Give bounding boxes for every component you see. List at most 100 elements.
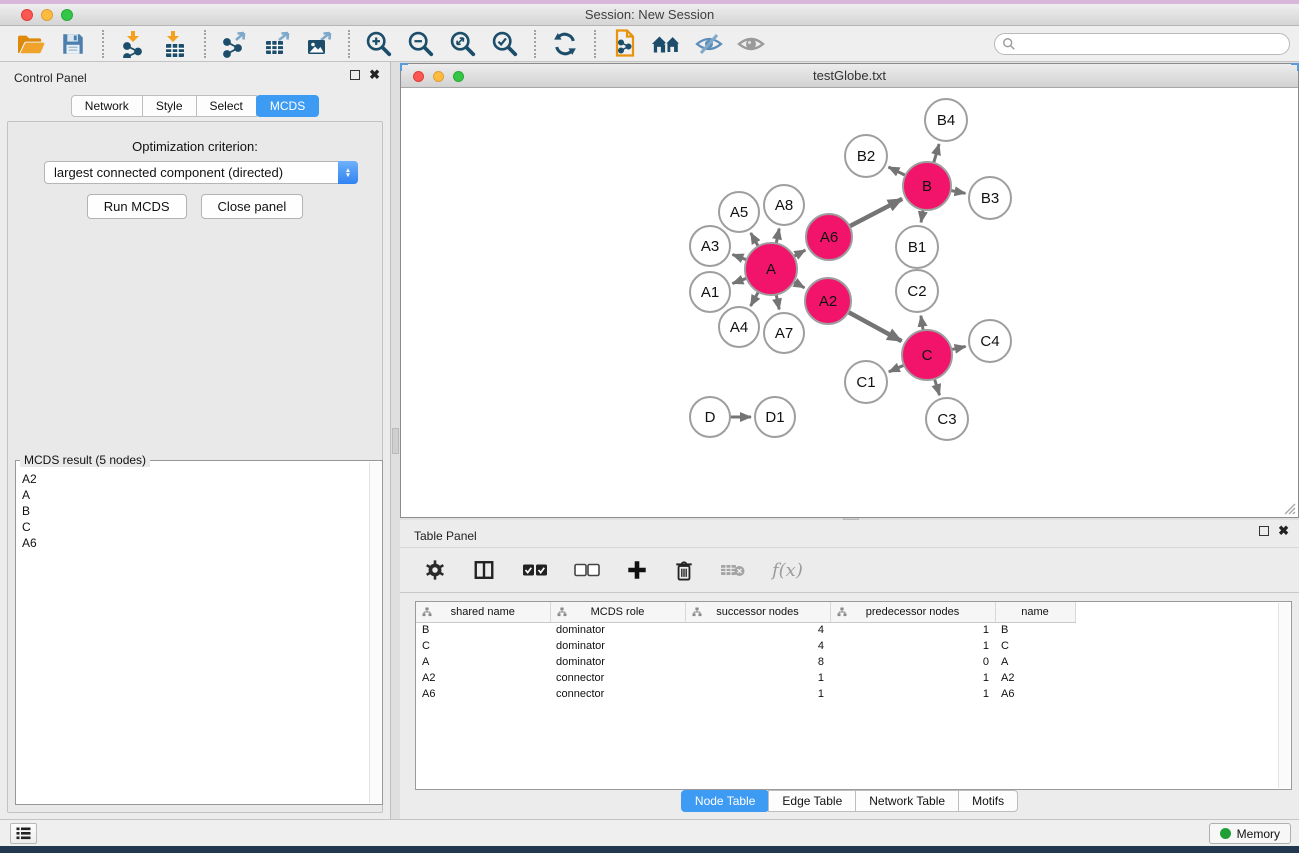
- table-cell[interactable]: 1: [830, 622, 995, 638]
- table-row[interactable]: A2connector11A2: [416, 670, 1075, 686]
- table-cell[interactable]: A6: [416, 686, 550, 702]
- edge-A-A7[interactable]: [776, 294, 779, 309]
- table-row[interactable]: Cdominator41C: [416, 638, 1075, 654]
- table-cell[interactable]: C: [995, 638, 1075, 654]
- show-view-button[interactable]: [730, 28, 772, 60]
- select-all-button[interactable]: [522, 563, 548, 577]
- mcds-result-list[interactable]: A2ABCA6: [18, 471, 368, 802]
- node-table-grid[interactable]: shared nameMCDS rolesuccessor nodesprede…: [416, 602, 1076, 702]
- node-A6[interactable]: A6: [806, 214, 852, 260]
- open-session-button[interactable]: [10, 28, 52, 60]
- tab-edge-table[interactable]: Edge Table: [768, 790, 856, 812]
- edge-A-A5[interactable]: [751, 233, 759, 246]
- node-A8[interactable]: A8: [764, 185, 804, 225]
- table-cell[interactable]: B: [416, 622, 550, 638]
- node-D[interactable]: D: [690, 397, 730, 437]
- export-table-button[interactable]: [256, 28, 298, 60]
- edge-C-C2[interactable]: [921, 316, 923, 331]
- table-cell[interactable]: A: [416, 654, 550, 670]
- table-cell[interactable]: 1: [830, 686, 995, 702]
- node-C4[interactable]: C4: [969, 320, 1011, 362]
- function-builder-button[interactable]: f(x): [772, 560, 803, 581]
- tab-style[interactable]: Style: [142, 95, 197, 117]
- node-C2[interactable]: C2: [896, 270, 938, 312]
- table-cell[interactable]: C: [416, 638, 550, 654]
- column-header-MCDS-role[interactable]: MCDS role: [550, 602, 685, 622]
- result-item[interactable]: B: [18, 503, 368, 519]
- table-cell[interactable]: B: [995, 622, 1075, 638]
- delete-table-button[interactable]: [720, 562, 746, 578]
- close-panel-button[interactable]: Close panel: [201, 194, 304, 219]
- table-cell[interactable]: 8: [685, 654, 830, 670]
- table-cell[interactable]: A2: [995, 670, 1075, 686]
- hide-annotations-button[interactable]: [688, 28, 730, 60]
- table-scrollbar[interactable]: [1278, 603, 1290, 788]
- column-header-successor-nodes[interactable]: successor nodes: [685, 602, 830, 622]
- column-header-predecessor-nodes[interactable]: predecessor nodes: [830, 602, 995, 622]
- float-panel-icon[interactable]: [1259, 526, 1269, 536]
- export-image-button[interactable]: [298, 28, 340, 60]
- node-A1[interactable]: A1: [690, 272, 730, 312]
- table-cell[interactable]: A2: [416, 670, 550, 686]
- tab-network-table[interactable]: Network Table: [855, 790, 959, 812]
- tab-node-table[interactable]: Node Table: [681, 790, 770, 812]
- result-item[interactable]: C: [18, 519, 368, 535]
- table-row[interactable]: A6connector11A6: [416, 686, 1075, 702]
- table-row[interactable]: Adominator80A: [416, 654, 1075, 670]
- edge-B-B3[interactable]: [951, 190, 966, 193]
- node-A7[interactable]: A7: [764, 313, 804, 353]
- refresh-view-button[interactable]: [544, 28, 586, 60]
- task-history-button[interactable]: [10, 823, 37, 844]
- table-cell[interactable]: 4: [685, 638, 830, 654]
- edge-A-A6[interactable]: [794, 250, 806, 256]
- network-file-button[interactable]: [604, 28, 646, 60]
- export-network-button[interactable]: [214, 28, 256, 60]
- result-item[interactable]: A6: [18, 535, 368, 551]
- search-input[interactable]: [994, 33, 1290, 55]
- table-cell[interactable]: 1: [685, 686, 830, 702]
- splitter-grip-vertical[interactable]: [392, 428, 399, 454]
- optimization-criterion-select[interactable]: largest connected component (directed) ▲…: [44, 161, 358, 184]
- edge-C-C1[interactable]: [889, 365, 904, 372]
- zoom-in-button[interactable]: [358, 28, 400, 60]
- node-A5[interactable]: A5: [719, 192, 759, 232]
- table-cell[interactable]: 0: [830, 654, 995, 670]
- edge-A2-C[interactable]: [848, 312, 901, 341]
- edge-B-B4[interactable]: [934, 144, 939, 163]
- node-B2[interactable]: B2: [845, 135, 887, 177]
- close-panel-icon[interactable]: ✖: [1278, 526, 1289, 536]
- window-titlebar[interactable]: Session: New Session: [0, 4, 1299, 26]
- edge-A-A8[interactable]: [776, 229, 779, 244]
- resize-grip-icon[interactable]: [1282, 501, 1296, 515]
- run-mcds-button[interactable]: Run MCDS: [87, 194, 187, 219]
- edge-B-B2[interactable]: [888, 167, 905, 175]
- result-scrollbar[interactable]: [369, 462, 381, 803]
- node-B3[interactable]: B3: [969, 177, 1011, 219]
- tab-network[interactable]: Network: [71, 95, 143, 117]
- add-column-button[interactable]: [626, 559, 648, 581]
- table-row[interactable]: Bdominator41B: [416, 622, 1075, 638]
- node-A2[interactable]: A2: [805, 278, 851, 324]
- edge-C-C4[interactable]: [951, 346, 965, 349]
- table-cell[interactable]: A: [995, 654, 1075, 670]
- node-A3[interactable]: A3: [690, 226, 730, 266]
- node-B1[interactable]: B1: [896, 226, 938, 268]
- table-cell[interactable]: A6: [995, 686, 1075, 702]
- node-B4[interactable]: B4: [925, 99, 967, 141]
- edge-A6-B[interactable]: [849, 199, 902, 226]
- float-panel-icon[interactable]: [350, 70, 360, 80]
- table-cell[interactable]: dominator: [550, 638, 685, 654]
- result-item[interactable]: A: [18, 487, 368, 503]
- node-D1[interactable]: D1: [755, 397, 795, 437]
- node-C1[interactable]: C1: [845, 361, 887, 403]
- edge-A-A3[interactable]: [732, 254, 746, 259]
- home-layout-button[interactable]: [646, 28, 688, 60]
- edge-A-A4[interactable]: [751, 292, 759, 306]
- edge-B-B1[interactable]: [921, 210, 923, 223]
- table-cell[interactable]: connector: [550, 670, 685, 686]
- column-header-shared-name[interactable]: shared name: [416, 602, 550, 622]
- delete-column-button[interactable]: [674, 559, 694, 582]
- table-cell[interactable]: connector: [550, 686, 685, 702]
- network-canvas[interactable]: AA1A2A3A4A5A6A7A8BB1B2B3B4CC1C2C3C4DD1: [401, 88, 1298, 517]
- node-A[interactable]: A: [745, 243, 797, 295]
